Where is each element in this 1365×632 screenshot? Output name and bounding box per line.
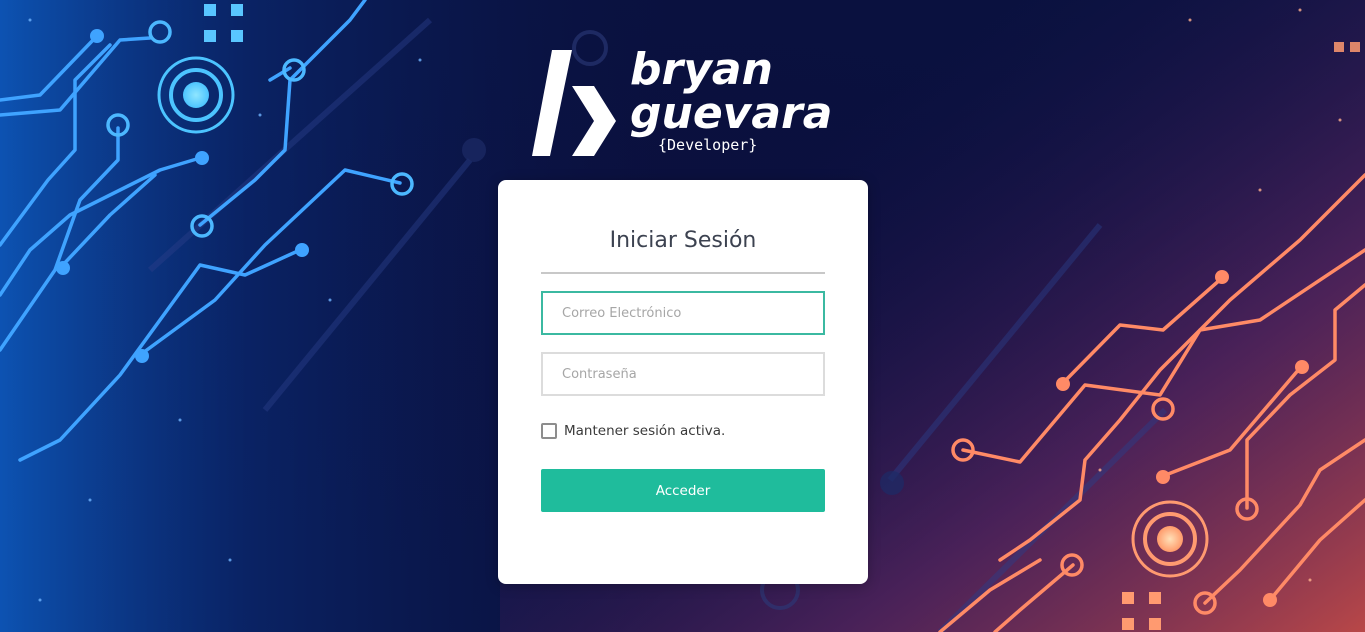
remember-me-checkbox[interactable]: [541, 423, 557, 439]
brand-name-first: bryan: [630, 44, 773, 95]
remember-me-row[interactable]: Mantener sesión activa.: [541, 421, 725, 441]
password-field[interactable]: [541, 352, 825, 396]
brand-tagline: {Developer}: [658, 136, 758, 154]
title-divider: [541, 272, 825, 274]
brand-logo: bryan guevara {Developer}: [532, 44, 842, 160]
brand-name-last: guevara: [630, 88, 833, 139]
email-field[interactable]: [541, 291, 825, 335]
b-logo-icon: [532, 50, 616, 156]
remember-me-label[interactable]: Mantener sesión activa.: [564, 423, 725, 439]
login-title: Iniciar Sesión: [609, 228, 757, 253]
login-card: Iniciar Sesión Mantener sesión activa. A…: [498, 180, 868, 584]
login-button[interactable]: Acceder: [541, 469, 825, 512]
